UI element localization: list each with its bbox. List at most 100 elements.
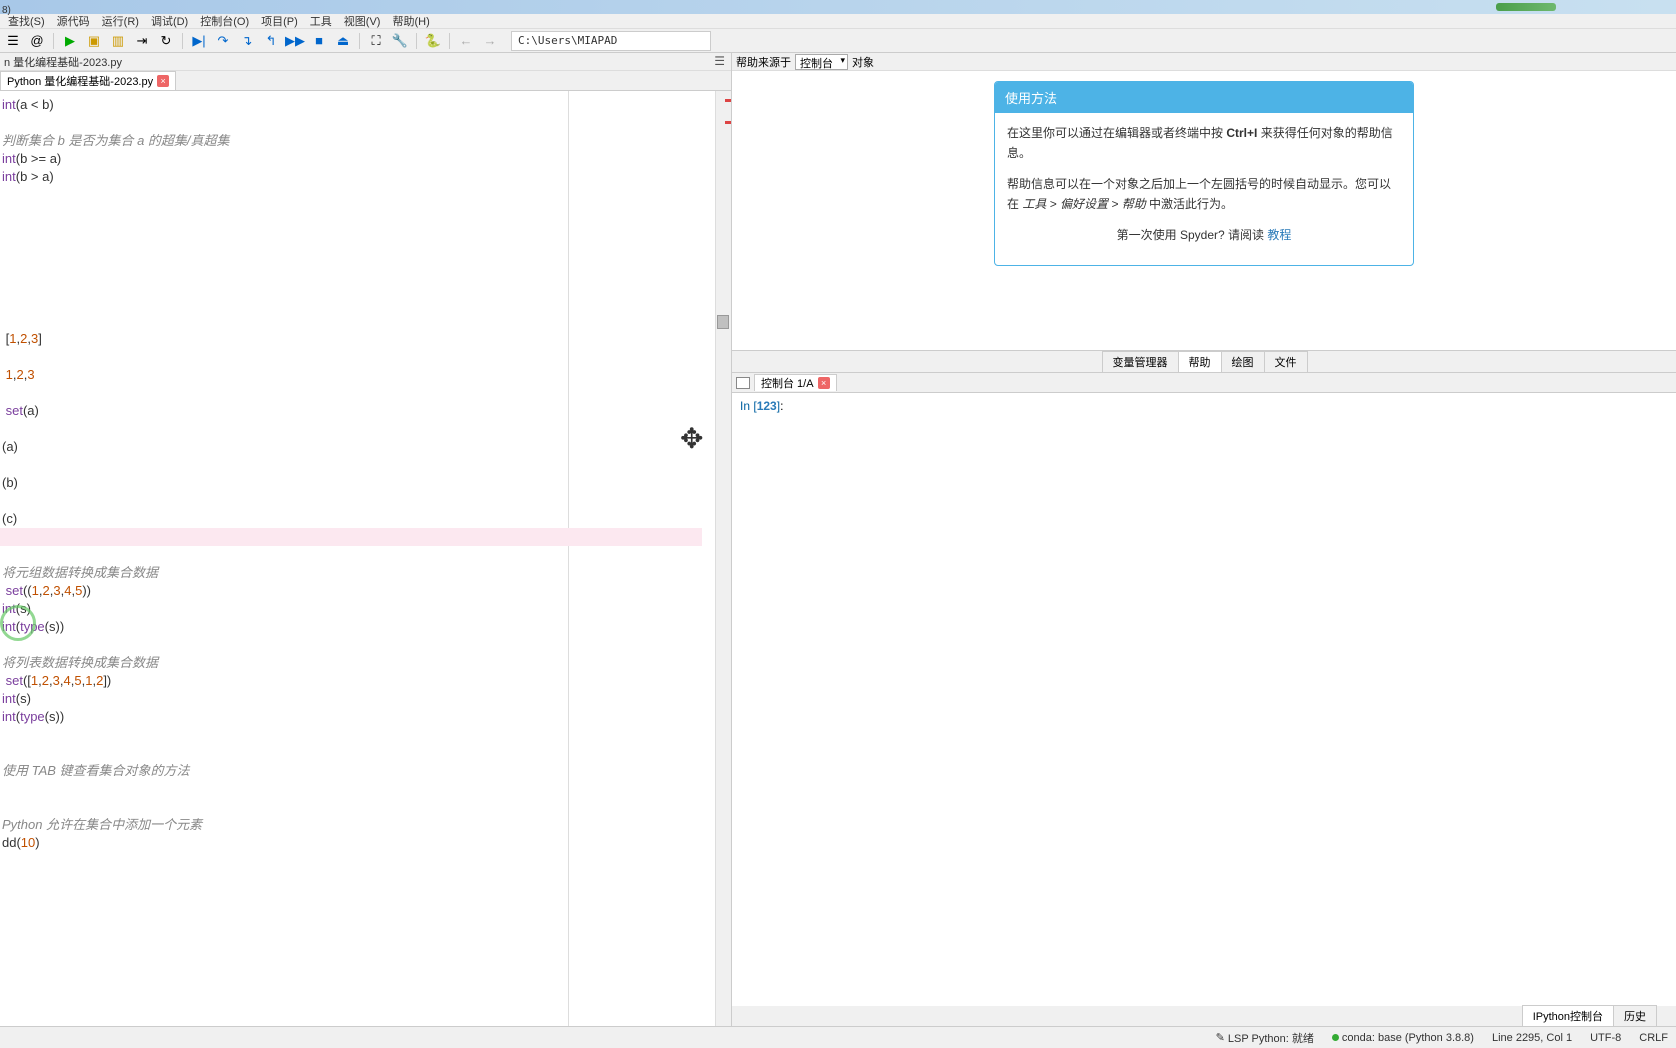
menu-run[interactable]: 运行(R) xyxy=(96,13,145,29)
code-line: int(type(s)) xyxy=(2,708,64,727)
console-kernel-icon[interactable] xyxy=(736,377,750,389)
editor-pane: n 量化编程基础-2023.py ☰ Python 量化编程基础-2023.py… xyxy=(0,53,732,1026)
stop-icon[interactable]: ■ xyxy=(308,31,330,51)
code-line: (a) xyxy=(2,438,18,457)
menu-source[interactable]: 源代码 xyxy=(51,13,96,29)
step-into-icon[interactable]: ↴ xyxy=(236,31,258,51)
column-ruler xyxy=(568,91,569,1026)
move-cursor-icon: ✥ xyxy=(680,419,703,460)
tab-ipython-console[interactable]: IPython控制台 xyxy=(1522,1005,1614,1026)
status-lsp[interactable]: ✎LSP Python: 就绪 xyxy=(1216,1030,1314,1046)
menu-project[interactable]: 项目(P) xyxy=(255,13,304,29)
status-encoding[interactable]: UTF-8 xyxy=(1590,1032,1621,1044)
help-card: 使用方法 在这里你可以通过在编辑器或者终端中按 Ctrl+I 来获得任何对象的帮… xyxy=(994,81,1414,266)
toolbar: ☰ @ ▶ ▣ ▥ ⇥ ↻ ▶| ↷ ↴ ↰ ▶▶ ■ ⏏ ⛶ 🔧 🐍 ← → … xyxy=(0,29,1676,53)
back-icon[interactable]: ← xyxy=(455,31,477,51)
working-dir-input[interactable]: C:\Users\MIAPAD xyxy=(511,31,711,51)
code-line: set(a) xyxy=(2,402,39,421)
file-tab[interactable]: Python 量化编程基础-2023.py × xyxy=(0,71,176,90)
wrench-icon[interactable]: 🔧 xyxy=(389,31,411,51)
code-editor[interactable]: int(a < b) 判断集合 b 是否为集合 a 的超集/真超集int(b >=… xyxy=(0,91,731,1026)
breadcrumb-text: n 量化编程基础-2023.py xyxy=(4,54,122,70)
help-tab-bar: 变量管理器 帮助 绘图 文件 xyxy=(732,351,1676,373)
help-para-1: 在这里你可以通过在编辑器或者终端中按 Ctrl+I 来获得任何对象的帮助信息。 xyxy=(1007,123,1401,164)
run-selection-icon[interactable]: ⇥ xyxy=(131,31,153,51)
help-object-label: 对象 xyxy=(852,54,874,70)
help-source-dropdown[interactable]: 控制台 xyxy=(795,54,848,70)
code-line: set([1,2,3,4,5,1,2]) xyxy=(2,672,111,691)
annotation-circle xyxy=(0,605,36,641)
code-line: int(s) xyxy=(2,690,31,709)
close-icon[interactable]: × xyxy=(818,377,830,389)
error-marker xyxy=(725,99,731,102)
status-bar: ✎LSP Python: 就绪 conda: base (Python 3.8.… xyxy=(0,1026,1676,1048)
debug-step-icon[interactable]: ▶| xyxy=(188,31,210,51)
console-bottom-tabs: IPython控制台 历史 xyxy=(732,1006,1676,1026)
code-line: int(b > a) xyxy=(2,168,54,187)
code-line: int(b >= a) xyxy=(2,150,61,169)
code-line: 将元组数据转换成集合数据 xyxy=(2,564,158,583)
breadcrumb: n 量化编程基础-2023.py ☰ xyxy=(0,53,731,71)
ipython-console[interactable]: In [123]: xyxy=(732,393,1676,1006)
pythonpath-icon[interactable]: 🐍 xyxy=(422,31,444,51)
run-cell-advance-icon[interactable]: ▥ xyxy=(107,31,129,51)
code-line: 判断集合 b 是否为集合 a 的超集/真超集 xyxy=(2,132,230,151)
maximize-icon[interactable]: ⛶ xyxy=(365,31,387,51)
forward-icon[interactable]: → xyxy=(479,31,501,51)
tab-history[interactable]: 历史 xyxy=(1613,1005,1657,1026)
menu-bar: 查找(S) 源代码 运行(R) 调试(D) 控制台(O) 项目(P) 工具 视图… xyxy=(0,14,1676,29)
tab-variable-explorer[interactable]: 变量管理器 xyxy=(1102,351,1179,372)
console-tab-label: 控制台 1/A xyxy=(761,375,814,391)
code-line: 使用 TAB 键查看集合对象的方法 xyxy=(2,762,190,781)
help-header: 帮助来源于 控制台 对象 xyxy=(732,53,1676,71)
menu-debug[interactable]: 调试(D) xyxy=(145,13,194,29)
menu-view[interactable]: 视图(V) xyxy=(338,13,387,29)
code-line: dd(10) xyxy=(2,834,40,853)
code-line: Python 允许在集合中添加一个元素 xyxy=(2,816,202,835)
menu-tools[interactable]: 工具 xyxy=(304,13,338,29)
tab-files[interactable]: 文件 xyxy=(1264,351,1308,372)
close-icon[interactable]: × xyxy=(157,75,169,87)
run-cell-icon[interactable]: ▣ xyxy=(83,31,105,51)
menu-icon[interactable]: ☰ xyxy=(2,31,24,51)
step-out-icon[interactable]: ↰ xyxy=(260,31,282,51)
tutorial-link[interactable]: 教程 xyxy=(1267,228,1291,242)
editor-scrollbar[interactable] xyxy=(715,91,731,1026)
console-prompt-number: 123 xyxy=(757,399,777,413)
status-eol[interactable]: CRLF xyxy=(1639,1032,1668,1044)
code-line: 1,2,3 xyxy=(2,366,35,385)
console-tab[interactable]: 控制台 1/A × xyxy=(754,374,837,391)
scrollbar-thumb[interactable] xyxy=(717,315,729,329)
at-icon[interactable]: @ xyxy=(26,31,48,51)
code-line: (c) xyxy=(2,510,17,529)
exit-debug-icon[interactable]: ⏏ xyxy=(332,31,354,51)
continue-icon[interactable]: ▶▶ xyxy=(284,31,306,51)
editor-tabs: Python 量化编程基础-2023.py × xyxy=(0,71,731,91)
help-panel: 使用方法 在这里你可以通过在编辑器或者终端中按 Ctrl+I 来获得任何对象的帮… xyxy=(732,71,1676,351)
console-tab-row: 控制台 1/A × xyxy=(732,373,1676,393)
tab-help[interactable]: 帮助 xyxy=(1178,351,1222,372)
status-cursor-pos: Line 2295, Col 1 xyxy=(1492,1032,1572,1044)
help-para-2: 帮助信息可以在一个对象之后加上一个左圆括号的时候自动显示。您可以在 工具 > 偏… xyxy=(1007,174,1401,215)
tab-plots[interactable]: 绘图 xyxy=(1221,351,1265,372)
code-line: int(a < b) xyxy=(2,96,54,115)
help-title: 使用方法 xyxy=(995,82,1413,113)
right-pane: 帮助来源于 控制台 对象 使用方法 在这里你可以通过在编辑器或者终端中按 Ctr… xyxy=(732,53,1676,1026)
progress-indicator xyxy=(1496,3,1556,11)
help-source-label: 帮助来源于 xyxy=(736,54,791,70)
step-over-icon[interactable]: ↷ xyxy=(212,31,234,51)
help-para-3: 第一次使用 Spyder? 请阅读 教程 xyxy=(1007,225,1401,245)
rerun-icon[interactable]: ↻ xyxy=(155,31,177,51)
window-titlebar: 8) xyxy=(0,0,1676,14)
console-prompt: In xyxy=(740,399,753,413)
status-conda[interactable]: conda: base (Python 3.8.8) xyxy=(1332,1032,1474,1044)
error-marker xyxy=(725,121,731,124)
menu-console[interactable]: 控制台(O) xyxy=(194,13,255,29)
code-line: [1,2,3] xyxy=(2,330,42,349)
editor-options-icon[interactable]: ☰ xyxy=(714,54,725,68)
code-line: set((1,2,3,4,5)) xyxy=(2,582,91,601)
title-fragment: 8) xyxy=(0,5,13,16)
run-icon[interactable]: ▶ xyxy=(59,31,81,51)
current-line-highlight xyxy=(0,528,702,546)
menu-help[interactable]: 帮助(H) xyxy=(386,13,435,29)
